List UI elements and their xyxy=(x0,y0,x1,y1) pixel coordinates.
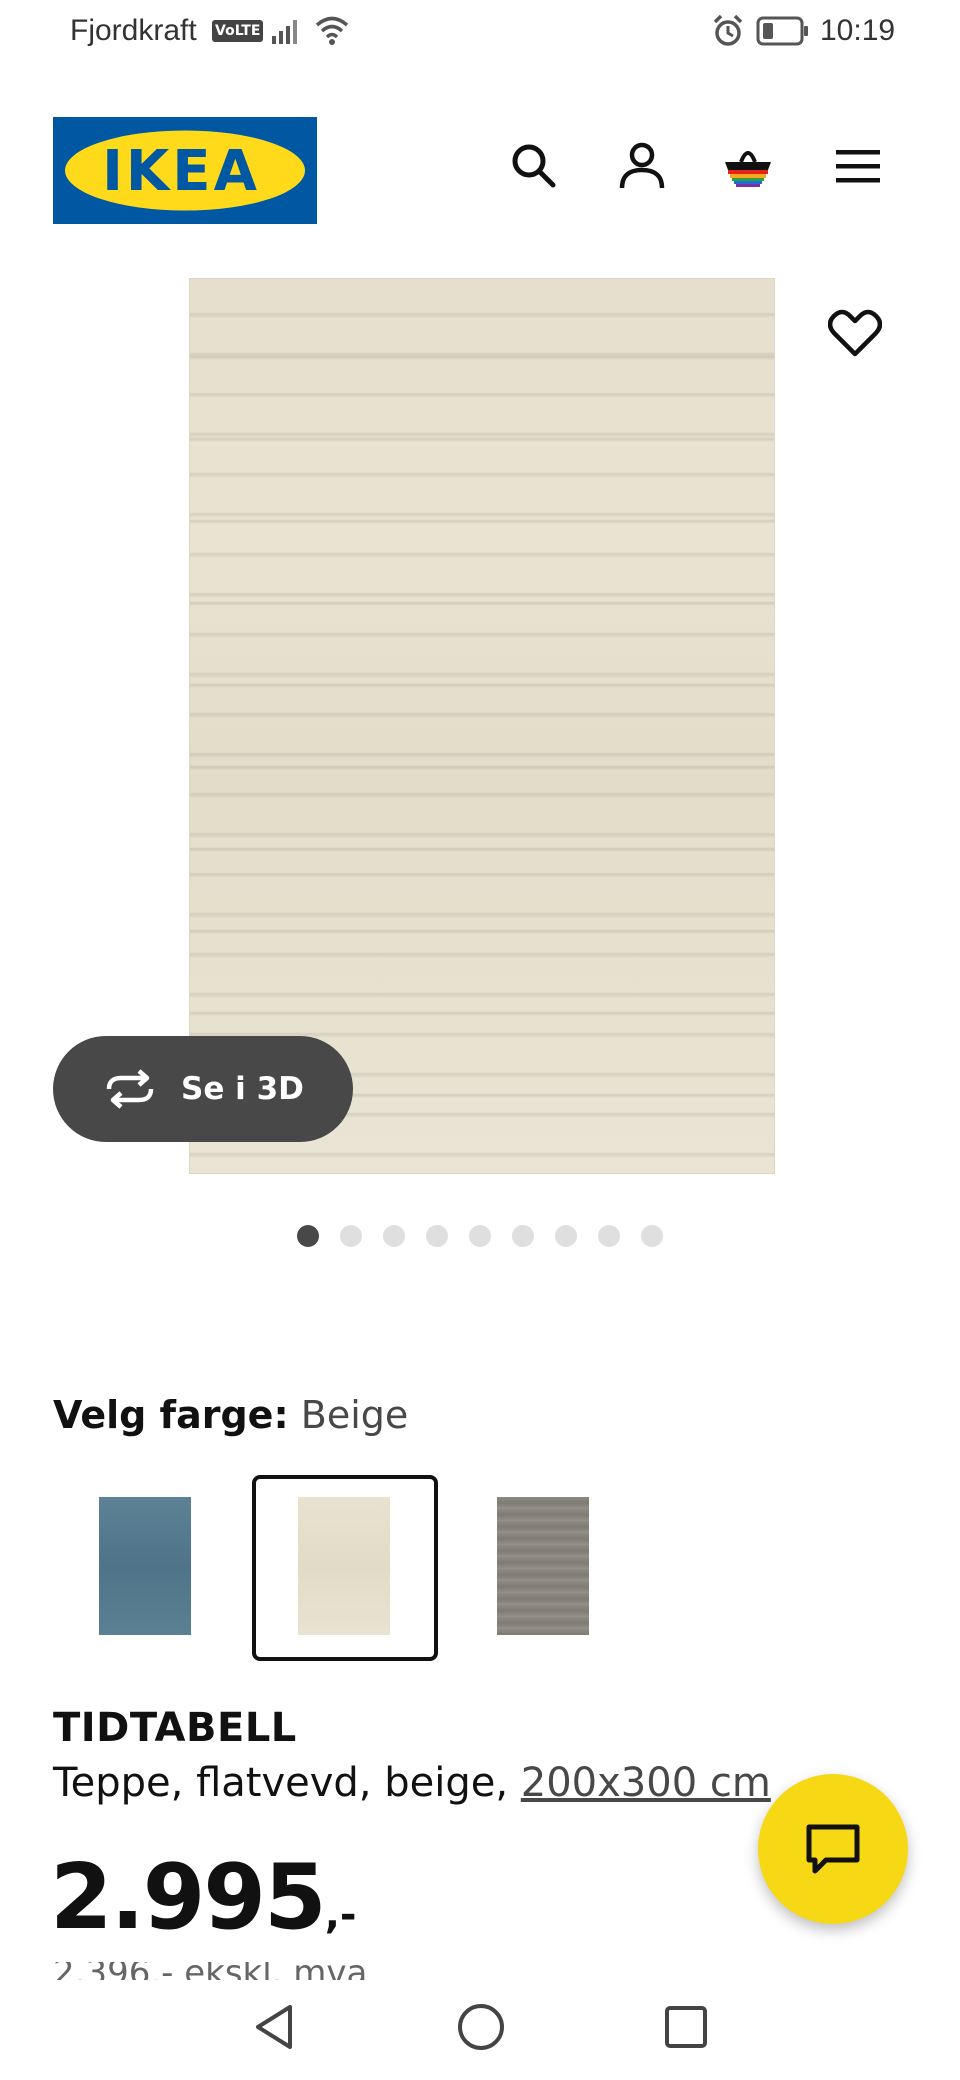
ikea-logo[interactable]: IKEA xyxy=(53,117,317,224)
gallery-dot[interactable] xyxy=(598,1225,620,1247)
account-icon[interactable] xyxy=(616,140,668,192)
carrier-name: Fjordkraft xyxy=(70,14,197,47)
status-bar: Fjordkraft VoLTE 10:19 xyxy=(0,0,960,66)
color-swatch-blue[interactable] xyxy=(53,1475,239,1661)
battery-icon xyxy=(756,16,808,46)
swatch-image xyxy=(298,1497,390,1635)
selected-color-value: Beige xyxy=(300,1393,409,1437)
gallery-dot[interactable] xyxy=(426,1225,448,1247)
product-name: TIDTABELL xyxy=(53,1705,297,1751)
color-label-prefix: Velg farge: xyxy=(53,1393,289,1437)
cart-icon[interactable] xyxy=(722,140,774,192)
signal-icon xyxy=(272,20,297,44)
search-icon[interactable] xyxy=(508,140,560,192)
recents-icon[interactable] xyxy=(663,2002,709,2052)
wifi-icon xyxy=(315,16,349,45)
gallery-dot[interactable] xyxy=(512,1225,534,1247)
chat-icon xyxy=(806,1824,860,1874)
price-suffix: ,- xyxy=(324,1892,357,1938)
home-icon[interactable] xyxy=(456,2002,506,2052)
menu-icon[interactable] xyxy=(832,140,884,192)
gallery-dot[interactable] xyxy=(555,1225,577,1247)
alarm-icon xyxy=(713,14,743,46)
system-nav-bar xyxy=(0,1980,960,2080)
rotate-3d-icon xyxy=(106,1069,154,1109)
heart-icon[interactable] xyxy=(828,308,882,358)
volte-badge: VoLTE xyxy=(212,20,264,42)
gallery-dot[interactable] xyxy=(469,1225,491,1247)
product-gallery[interactable]: Se i 3D xyxy=(0,260,960,1180)
price-main: 2.995 xyxy=(50,1845,327,1950)
gallery-pagination xyxy=(0,1225,960,1249)
size-link[interactable]: 200x300 cm xyxy=(521,1760,771,1806)
chat-button[interactable] xyxy=(758,1774,908,1924)
color-swatch-beige[interactable] xyxy=(252,1475,438,1661)
swatch-image xyxy=(497,1497,589,1635)
ikea-logo-text: IKEA xyxy=(102,139,260,204)
view-3d-button[interactable]: Se i 3D xyxy=(53,1036,353,1142)
price-ex-vat: 2.396,- ekskl. mva xyxy=(53,1962,553,1980)
product-price: 2.995,- xyxy=(50,1845,356,1950)
product-description: Teppe, flatvevd, beige, 200x300 cm xyxy=(53,1760,771,1806)
gallery-dot[interactable] xyxy=(340,1225,362,1247)
color-swatch-grey[interactable] xyxy=(451,1475,637,1661)
back-icon[interactable] xyxy=(252,2002,296,2052)
color-picker-label: Velg farge: Beige xyxy=(53,1393,408,1437)
gallery-dot[interactable] xyxy=(297,1225,319,1247)
product-description-text: Teppe, flatvevd, beige, xyxy=(53,1760,509,1806)
view-3d-label: Se i 3D xyxy=(181,1071,304,1107)
swatch-image xyxy=(99,1497,191,1635)
price-ex-vat-text: 2.396,- ekskl. mva xyxy=(53,1962,367,1980)
clock: 10:19 xyxy=(820,14,896,47)
gallery-dot[interactable] xyxy=(383,1225,405,1247)
ikea-logo-graphic: IKEA xyxy=(53,117,317,224)
gallery-dot[interactable] xyxy=(641,1225,663,1247)
